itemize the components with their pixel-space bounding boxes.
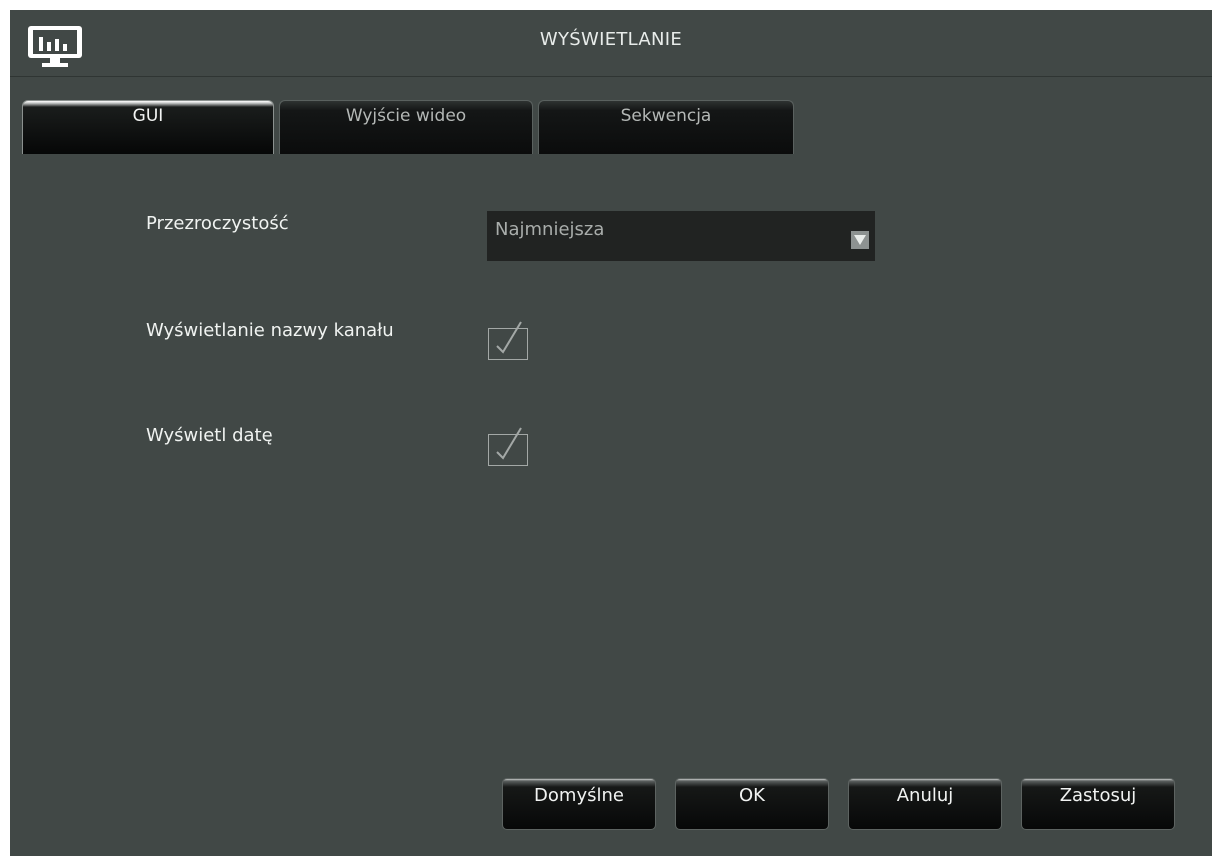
chevron-down-icon[interactable] bbox=[851, 231, 869, 249]
transparency-value: Najmniejsza bbox=[495, 219, 605, 240]
checkmark-icon bbox=[488, 427, 528, 466]
tab-bar: GUI Wyjście wideo Sekwencja bbox=[22, 100, 802, 154]
ok-button[interactable]: OK bbox=[675, 778, 829, 830]
show-date-checkbox[interactable] bbox=[488, 426, 528, 466]
channel-name-checkbox[interactable] bbox=[488, 320, 528, 360]
cancel-button[interactable]: Anuluj bbox=[848, 778, 1002, 830]
window-title: WYŚWIETLANIE bbox=[539, 29, 683, 50]
tab-video-output[interactable]: Wyjście wideo bbox=[279, 100, 533, 154]
show-date-label: Wyświetl datę bbox=[146, 425, 273, 446]
transparency-label: Przezroczystość bbox=[146, 213, 289, 234]
tab-gui[interactable]: GUI bbox=[22, 100, 274, 154]
display-settings-window: WYŚWIETLANIE GUI Wyjście wideo Sekwencja… bbox=[10, 10, 1212, 856]
default-button[interactable]: Domyślne bbox=[502, 778, 656, 830]
tab-label: Sekwencja bbox=[620, 106, 712, 126]
apply-button[interactable]: Zastosuj bbox=[1021, 778, 1175, 830]
channel-name-label: Wyświetlanie nazwy kanału bbox=[146, 320, 394, 341]
tab-label: GUI bbox=[132, 106, 164, 126]
title-bar: WYŚWIETLANIE bbox=[10, 10, 1212, 77]
tab-label: Wyjście wideo bbox=[345, 106, 467, 126]
tab-sequence[interactable]: Sekwencja bbox=[538, 100, 794, 154]
checkmark-icon bbox=[488, 321, 528, 360]
transparency-dropdown[interactable]: Najmniejsza bbox=[487, 211, 875, 261]
